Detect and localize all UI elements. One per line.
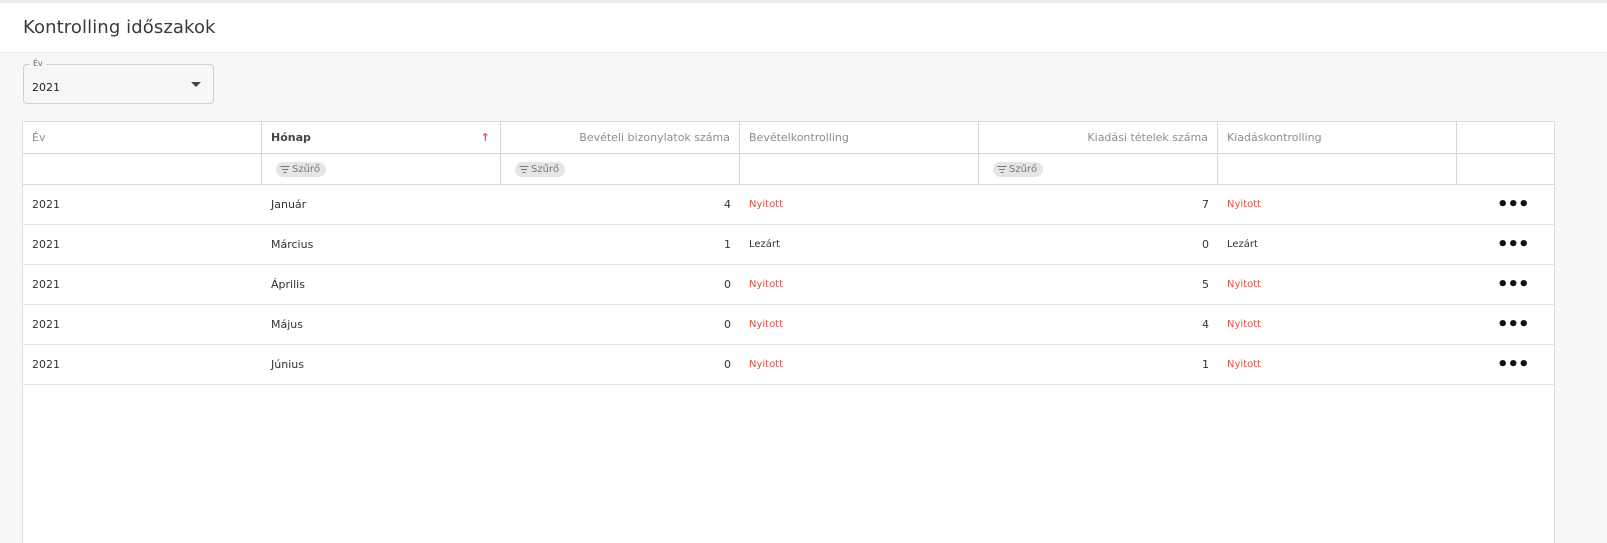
- cell-expense-items: 7: [1202, 198, 1209, 211]
- more-horizontal-icon[interactable]: •••: [1497, 355, 1530, 374]
- caret-down-icon: [191, 82, 201, 87]
- cell-year: 2021: [32, 238, 60, 251]
- cell-income-docs: 0: [724, 278, 731, 291]
- cell-month: Június: [271, 358, 304, 371]
- cell-actions: •••: [1457, 185, 1554, 224]
- data-grid: Év Hónap ↑ Bevételi bizonylatok száma Be…: [22, 121, 1555, 543]
- cell-expense-status: Nyitott: [1218, 265, 1457, 304]
- cell-year: 2021: [32, 198, 60, 211]
- cell-month: Április: [271, 278, 305, 291]
- year-select-value: 2021: [32, 81, 60, 94]
- cell-expense-status: Nyitott: [1218, 305, 1457, 344]
- cell-income-docs: 1: [724, 238, 731, 251]
- cell-year: 2021: [32, 318, 60, 331]
- cell-year: 2021: [32, 278, 60, 291]
- cell-year: 2021: [32, 358, 60, 371]
- status-label: Nyitott: [1227, 199, 1262, 210]
- cell-income-status: Nyitott: [740, 305, 979, 344]
- column-header-actions: [1457, 122, 1554, 153]
- status-label: Nyitott: [749, 359, 784, 370]
- cell-actions: •••: [1457, 305, 1554, 344]
- table-row[interactable]: 2021 Március 1 Lezárt 0 Lezárt •••: [23, 225, 1554, 265]
- cell-expense-items: 5: [1202, 278, 1209, 291]
- table-body: 2021 Január 4 Nyitott 7 Nyitott ••• 2021…: [23, 185, 1554, 385]
- more-horizontal-icon[interactable]: •••: [1497, 315, 1530, 334]
- filter-cell-actions: [1457, 154, 1554, 184]
- cell-income-status: Nyitott: [740, 345, 979, 384]
- column-header-expense-items[interactable]: Kiadási tételek száma: [979, 122, 1218, 153]
- column-header-label: Kiadási tételek száma: [1087, 131, 1208, 144]
- more-horizontal-icon[interactable]: •••: [1497, 235, 1530, 254]
- column-header-label: Bevételkontrolling: [749, 131, 849, 144]
- income-docs-filter-chip[interactable]: Szűrő: [515, 161, 566, 177]
- year-select[interactable]: Év 2021: [23, 59, 214, 104]
- column-header-month[interactable]: Hónap ↑: [262, 122, 501, 153]
- cell-expense-items: 0: [1202, 238, 1209, 251]
- cell-expense-items: 4: [1202, 318, 1209, 331]
- page-title: Kontrolling időszakok: [23, 17, 216, 38]
- arrow-up-icon: ↑: [480, 131, 490, 144]
- cell-month: Március: [271, 238, 314, 251]
- cell-expense-status: Lezárt: [1218, 225, 1457, 264]
- filter-cell-month: Szűrő: [262, 154, 501, 184]
- cell-actions: •••: [1457, 265, 1554, 304]
- table-row[interactable]: 2021 Május 0 Nyitott 4 Nyitott •••: [23, 305, 1554, 345]
- cell-income-status: Nyitott: [740, 185, 979, 224]
- cell-expense-status: Nyitott: [1218, 345, 1457, 384]
- column-header-year[interactable]: Év: [23, 122, 262, 153]
- filter-icon: [519, 165, 528, 173]
- column-header-income-docs[interactable]: Bevételi bizonylatok száma: [501, 122, 740, 153]
- column-header-label: Év: [32, 131, 46, 144]
- more-horizontal-icon[interactable]: •••: [1497, 195, 1530, 214]
- cell-month: Január: [271, 198, 307, 211]
- page-header: Kontrolling időszakok: [0, 3, 1607, 53]
- table-row[interactable]: 2021 Január 4 Nyitott 7 Nyitott •••: [23, 185, 1554, 225]
- filter-chip-label: Szűrő: [292, 163, 321, 175]
- filter-cell-income-control: [740, 154, 979, 184]
- status-label: Nyitott: [749, 319, 784, 330]
- column-headers: Év Hónap ↑ Bevételi bizonylatok száma Be…: [23, 122, 1554, 154]
- cell-income-docs: 0: [724, 358, 731, 371]
- column-header-expense-control[interactable]: Kiadáskontrolling: [1218, 122, 1457, 153]
- more-horizontal-icon[interactable]: •••: [1497, 275, 1530, 294]
- cell-income-docs: 4: [724, 198, 731, 211]
- column-header-income-control[interactable]: Bevételkontrolling: [740, 122, 979, 153]
- column-header-label: Kiadáskontrolling: [1227, 131, 1322, 144]
- year-select-label: Év: [30, 59, 46, 68]
- filter-chip-label: Szűrő: [531, 163, 560, 175]
- cell-actions: •••: [1457, 345, 1554, 384]
- status-label: Lezárt: [1227, 239, 1258, 250]
- status-label: Nyitott: [1227, 359, 1262, 370]
- cell-income-docs: 0: [724, 318, 731, 331]
- filter-icon: [997, 165, 1006, 173]
- expense-items-filter-chip[interactable]: Szűrő: [993, 161, 1044, 177]
- cell-expense-items: 1: [1202, 358, 1209, 371]
- table-row[interactable]: 2021 Április 0 Nyitott 5 Nyitott •••: [23, 265, 1554, 305]
- table-row[interactable]: 2021 Június 0 Nyitott 1 Nyitott •••: [23, 345, 1554, 385]
- status-label: Lezárt: [749, 239, 780, 250]
- column-header-label: Hónap: [271, 131, 311, 144]
- cell-actions: •••: [1457, 225, 1554, 264]
- cell-income-status: Nyitott: [740, 265, 979, 304]
- cell-income-status: Lezárt: [740, 225, 979, 264]
- status-label: Nyitott: [1227, 279, 1262, 290]
- month-filter-chip[interactable]: Szűrő: [276, 161, 327, 177]
- cell-month: Május: [271, 318, 303, 331]
- filter-cell-income-docs: Szűrő: [501, 154, 740, 184]
- status-label: Nyitott: [1227, 319, 1262, 330]
- filter-cell-expense-items: Szűrő: [979, 154, 1218, 184]
- filter-cell-year: [23, 154, 262, 184]
- filter-icon: [280, 165, 289, 173]
- status-label: Nyitott: [749, 199, 784, 210]
- filter-row: Szűrő Szűrő Szűrő: [23, 154, 1554, 185]
- column-header-label: Bevételi bizonylatok száma: [579, 131, 730, 144]
- filter-chip-label: Szűrő: [1009, 163, 1038, 175]
- filter-cell-expense-control: [1218, 154, 1457, 184]
- cell-expense-status: Nyitott: [1218, 185, 1457, 224]
- status-label: Nyitott: [749, 279, 784, 290]
